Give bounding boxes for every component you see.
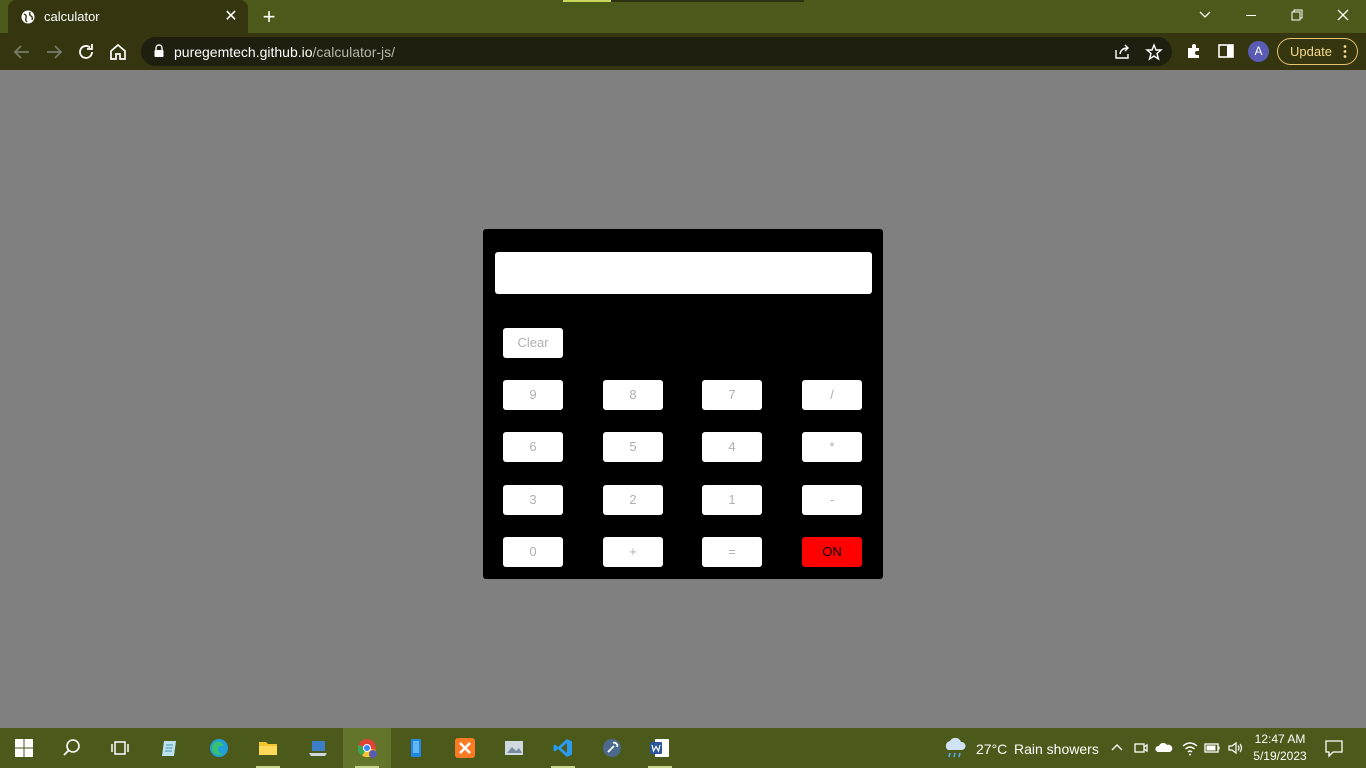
close-tab-icon[interactable]: ✕ <box>222 8 240 26</box>
lock-icon[interactable] <box>153 44 165 58</box>
key-4[interactable]: 4 <box>702 432 762 462</box>
taskbar-app-notes[interactable] <box>146 728 194 768</box>
close-window-icon[interactable] <box>1320 0 1366 33</box>
url-text[interactable]: puregemtech.github.io/calculator-js/ <box>174 44 395 60</box>
taskbar-search[interactable] <box>48 728 96 768</box>
back-arrow-icon[interactable] <box>9 39 35 65</box>
settings-tools-icon <box>603 739 621 757</box>
home-icon[interactable] <box>105 39 131 65</box>
menu-dots-icon <box>1343 45 1347 58</box>
taskbar-app-vscode[interactable] <box>539 728 587 768</box>
phone-link-icon <box>411 739 421 757</box>
task-view-icon <box>111 741 129 755</box>
key-0[interactable]: 0 <box>503 537 563 567</box>
key-8[interactable]: 8 <box>603 380 663 410</box>
update-label: Update <box>1290 44 1332 59</box>
forward-arrow-icon[interactable] <box>41 39 67 65</box>
tab-hover-indicator <box>611 0 804 2</box>
url-domain: puregemtech.github.io <box>174 44 313 60</box>
on-button[interactable]: ON <box>802 537 862 567</box>
globe-icon <box>21 10 35 24</box>
taskbar-app-tools[interactable] <box>588 728 636 768</box>
folder-icon <box>259 742 277 755</box>
tab-calculator[interactable]: calculator ✕ <box>8 0 248 33</box>
taskbar-app-laptop[interactable] <box>294 728 342 768</box>
system-clock[interactable]: 12:47 AM 5/19/2023 <box>1250 731 1310 765</box>
weather-temperature: 27°C <box>976 741 1008 757</box>
battery-icon[interactable] <box>1203 739 1221 757</box>
chevron-up-icon[interactable] <box>1108 739 1126 757</box>
edge-browser-icon <box>210 739 228 757</box>
laptop-app-icon <box>309 741 327 756</box>
taskbar-app-file-explorer[interactable] <box>244 728 292 768</box>
extensions-puzzle-icon[interactable] <box>1184 41 1204 61</box>
start-button[interactable] <box>0 728 48 768</box>
tab-hover-indicator <box>563 0 611 2</box>
key-5[interactable]: 5 <box>603 432 663 462</box>
calculator-display[interactable] <box>495 252 872 294</box>
taskbar-app-word[interactable] <box>636 728 684 768</box>
key-equals[interactable]: = <box>702 537 762 567</box>
key-multiply[interactable]: * <box>802 432 862 462</box>
key-6[interactable]: 6 <box>503 432 563 462</box>
taskbar-app-xampp[interactable] <box>441 728 489 768</box>
browser-toolbar: puregemtech.github.io/calculator-js/ A U… <box>0 33 1366 70</box>
reload-icon[interactable] <box>73 39 99 65</box>
key-subtract[interactable]: - <box>802 485 862 515</box>
notifications-icon[interactable] <box>1324 738 1344 758</box>
side-panel-icon[interactable] <box>1216 41 1236 61</box>
vscode-icon <box>553 739 572 757</box>
key-divide[interactable]: / <box>802 380 862 410</box>
profile-avatar[interactable]: A <box>1248 41 1269 62</box>
taskbar-app-chrome[interactable] <box>343 728 391 768</box>
key-1[interactable]: 1 <box>702 485 762 515</box>
clear-button[interactable]: Clear <box>503 328 563 358</box>
url-path: /calculator-js/ <box>312 44 396 60</box>
volume-icon[interactable] <box>1227 739 1245 757</box>
key-9[interactable]: 9 <box>503 380 563 410</box>
minimize-icon[interactable] <box>1228 0 1274 33</box>
key-2[interactable]: 2 <box>603 485 663 515</box>
tab-search-icon[interactable] <box>1182 0 1228 33</box>
new-tab-button[interactable]: + <box>258 6 280 28</box>
tab-title: calculator <box>44 9 100 24</box>
xampp-icon <box>455 738 475 758</box>
notepad-app-icon <box>162 741 176 756</box>
rain-cloud-icon <box>945 737 966 758</box>
taskbar-app-edge[interactable] <box>195 728 243 768</box>
wifi-icon[interactable] <box>1181 739 1199 757</box>
restore-icon[interactable] <box>1274 0 1320 33</box>
tab-strip: calculator ✕ + <box>0 0 1366 33</box>
search-icon <box>63 739 80 756</box>
key-3[interactable]: 3 <box>503 485 563 515</box>
clock-time: 12:47 AM <box>1254 732 1306 746</box>
photos-app-icon <box>505 741 523 755</box>
chrome-browser-icon <box>357 739 377 758</box>
meet-now-icon[interactable] <box>1132 739 1150 757</box>
clock-date: 5/19/2023 <box>1253 749 1307 763</box>
key-7[interactable]: 7 <box>702 380 762 410</box>
address-bar[interactable]: puregemtech.github.io/calculator-js/ <box>141 37 1172 66</box>
share-icon[interactable] <box>1112 42 1132 62</box>
weather-description: Rain showers <box>1014 741 1099 757</box>
taskbar-app-phone[interactable] <box>392 728 440 768</box>
calculator: Clear 9 8 7 / 6 5 4 * 3 2 1 - 0 + = ON <box>483 229 883 579</box>
windows-logo-icon <box>15 739 33 757</box>
onedrive-cloud-icon[interactable] <box>1155 739 1173 757</box>
word-icon <box>650 739 669 757</box>
key-add[interactable]: + <box>603 537 663 567</box>
bookmark-star-icon[interactable] <box>1144 42 1164 62</box>
taskbar: 27°C Rain showers 12:47 AM 5/19/2023 <box>0 728 1366 768</box>
task-view-button[interactable] <box>96 728 144 768</box>
update-button[interactable]: Update <box>1277 38 1358 65</box>
taskbar-app-photos[interactable] <box>490 728 538 768</box>
